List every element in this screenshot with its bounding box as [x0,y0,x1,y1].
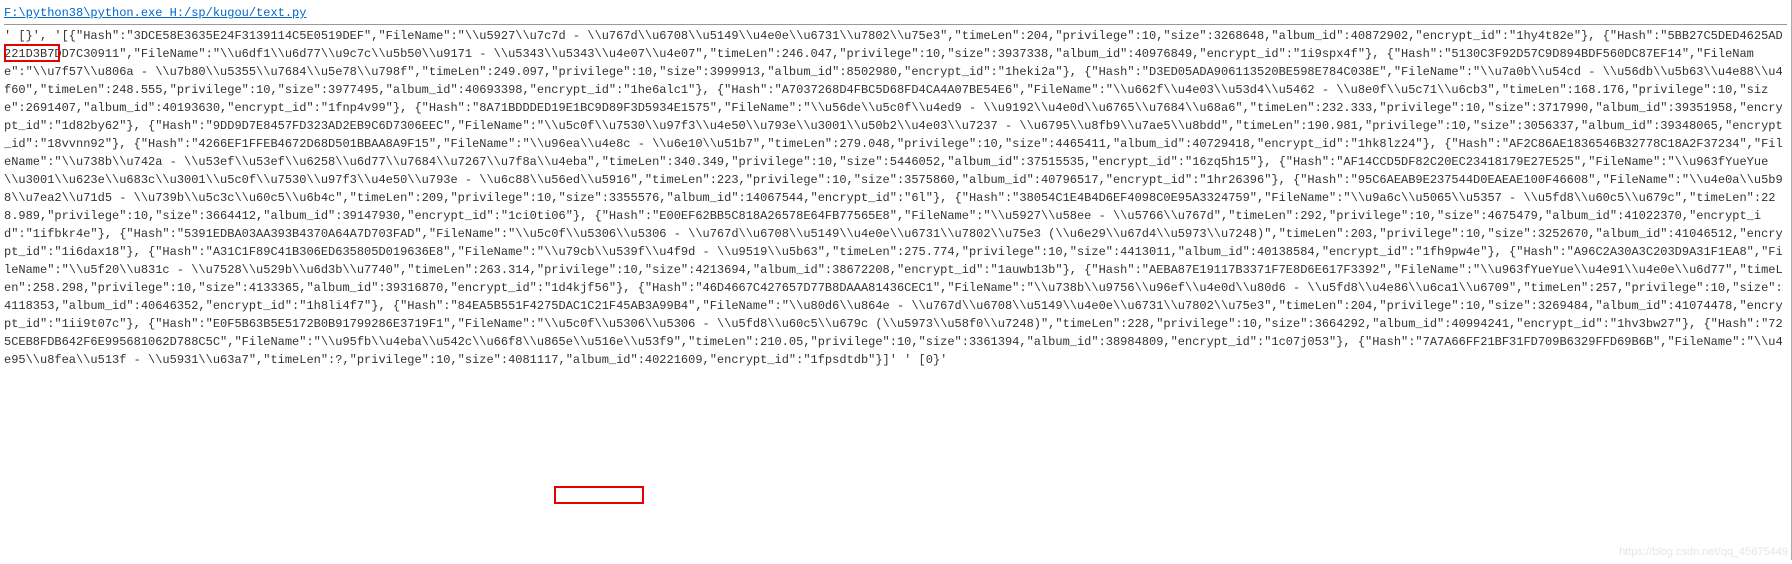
raw-json-output: [{"Hash":"3DCE58E3635E24F3139114C5E0519D… [4,29,1783,367]
highlight-end-marker [554,486,644,504]
end-marker-text: ' [0}' [897,353,947,367]
start-marker-text: ' [}', ' [4,29,62,43]
console-output-panel: F:\python38\python.exe H:/sp/kugou/text.… [0,0,1791,369]
console-body: ' [}', '[{"Hash":"3DCE58E3635E24F3139114… [4,25,1787,369]
command-line: F:\python38\python.exe H:/sp/kugou/text.… [4,0,1787,22]
watermark: https://blog.csdn.net/qq_45675449 [1619,544,1788,561]
